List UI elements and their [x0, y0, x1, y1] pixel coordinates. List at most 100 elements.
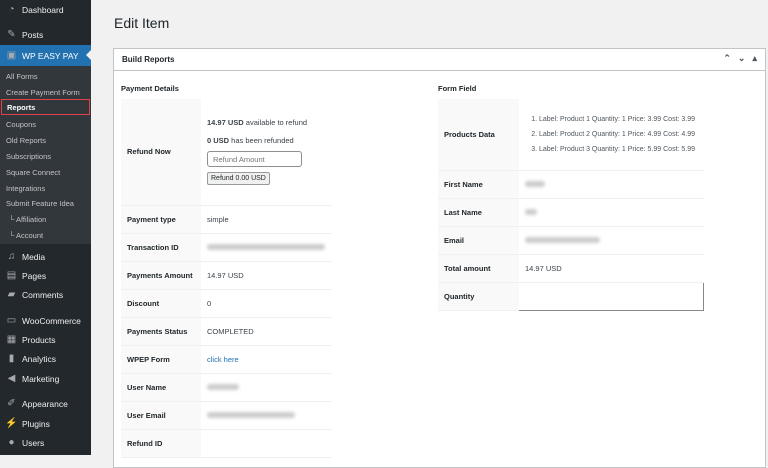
- submenu-square-connect[interactable]: Square Connect: [0, 164, 91, 180]
- menu-woocommerce[interactable]: ▭ WooCommerce: [0, 311, 91, 330]
- menu-label: WooCommerce: [22, 315, 81, 326]
- row-label: Discount: [121, 289, 201, 318]
- menu-label: Appearance: [22, 398, 68, 409]
- user-icon: ●: [8, 437, 15, 448]
- menu-analytics[interactable]: ▮ Analytics: [0, 349, 91, 368]
- menu-products[interactable]: ▦ Products: [0, 330, 91, 349]
- payment-type-value: simple: [201, 205, 332, 234]
- dashboard-icon: ◔: [8, 4, 15, 15]
- move-down-icon[interactable]: ⌄: [738, 53, 746, 64]
- table-row: Refund ID: [121, 429, 332, 458]
- table-row: Last Name: [438, 198, 704, 227]
- refund-id-value: [201, 429, 332, 458]
- box-title: Build Reports: [122, 55, 175, 64]
- row-label: Total amount: [438, 254, 519, 283]
- submenu-old-reports[interactable]: Old Reports: [0, 132, 91, 148]
- menu-label: Plugins: [22, 418, 50, 429]
- admin-sidebar: ◔ Dashboard ✎ Posts ▣ WP EASY PAY All Forms…: [0, 0, 91, 455]
- transaction-id-redacted: [207, 243, 325, 250]
- quantity-value: [519, 282, 704, 311]
- row-label: Quantity: [438, 282, 519, 311]
- woocommerce-icon: ▭: [6, 315, 17, 326]
- menu-marketing[interactable]: ◀ Marketing: [0, 369, 91, 388]
- menu-appearance[interactable]: ✐ Appearance: [0, 394, 91, 413]
- table-row: Discount 0: [121, 289, 332, 318]
- table-row: Products Data Label: Product 1 Quantity:…: [438, 99, 704, 171]
- products-icon: ▦: [6, 334, 17, 345]
- toggle-icon[interactable]: ▴: [752, 53, 757, 64]
- menu-media[interactable]: ♫ Media: [0, 247, 91, 266]
- form-field-heading: Form Field: [438, 84, 477, 93]
- refund-cell: 14.97 USD available to refund 0 USD has …: [201, 99, 332, 206]
- payment-status-value: COMPLETED: [201, 317, 332, 346]
- discount-value: 0: [201, 289, 332, 318]
- row-label: Refund ID: [121, 429, 201, 458]
- row-label: User Name: [121, 373, 201, 402]
- payment-details-heading: Payment Details: [121, 84, 179, 93]
- form-field-table: Products Data Label: Product 1 Quantity:…: [438, 99, 704, 311]
- submenu-affiliation[interactable]: └ Affiliation: [0, 211, 91, 227]
- submenu-create-payment-form[interactable]: Create Payment Form: [0, 84, 91, 100]
- available-text: available to refund: [243, 118, 308, 128]
- menu-posts[interactable]: ✎ Posts: [0, 25, 91, 44]
- row-label: WPEP Form: [121, 345, 201, 374]
- submenu-reports[interactable]: Reports: [1, 99, 90, 115]
- available-amount: 14.97 USD: [207, 118, 244, 128]
- refund-button[interactable]: Refund 0.00 USD: [207, 172, 270, 186]
- brush-icon: ✐: [7, 398, 16, 409]
- submenu-all-forms[interactable]: All Forms: [0, 68, 91, 84]
- menu-plugins[interactable]: ⚡ Plugins: [0, 414, 91, 433]
- row-label: Payment type: [121, 205, 201, 234]
- pages-icon: ▤: [6, 270, 17, 281]
- page-title: Edit Item: [114, 15, 170, 31]
- user-email-redacted: [207, 411, 295, 418]
- menu-dashboard[interactable]: ◔ Dashboard: [0, 0, 91, 19]
- menu-label: Users: [22, 437, 45, 448]
- table-row: Payment type simple: [121, 205, 332, 234]
- table-row: Email: [438, 226, 704, 255]
- row-label: User Email: [121, 401, 201, 430]
- product-item: Label: Product 2 Quantity: 1 Price: 4.99…: [539, 127, 704, 142]
- plugin-icon: ▣: [6, 50, 17, 61]
- refunded-text: has been refunded: [229, 136, 294, 146]
- menu-comments[interactable]: ▰ Comments: [0, 285, 91, 304]
- last-name-redacted: [525, 208, 537, 215]
- wpep-form-link[interactable]: click here: [207, 355, 239, 364]
- analytics-icon: ▮: [8, 353, 15, 364]
- submenu-subscriptions[interactable]: Subscriptions: [0, 148, 91, 164]
- table-row: Payments Amount 14.97 USD: [121, 261, 332, 290]
- menu-label: Analytics: [22, 353, 57, 364]
- total-amount-value: 14.97 USD: [519, 254, 704, 283]
- media-icon: ♫: [7, 251, 16, 262]
- box-header: Build Reports ⌃ ⌄ ▴: [114, 49, 765, 71]
- menu-pages[interactable]: ▤ Pages: [0, 266, 91, 285]
- first-name-redacted: [525, 180, 545, 187]
- submenu-account[interactable]: └ Account: [0, 227, 91, 243]
- refunded-amount: 0 USD: [207, 136, 230, 146]
- table-row: Total amount 14.97 USD: [438, 254, 704, 283]
- build-reports-box: Build Reports ⌃ ⌄ ▴ Payment Details Refund…: [113, 48, 766, 468]
- products-list: Label: Product 1 Quantity: 1 Price: 3.99…: [525, 112, 704, 157]
- table-row: User Name: [121, 373, 332, 402]
- plug-icon: ⚡: [5, 418, 18, 429]
- table-row: Refund Now 14.97 USD available to refund…: [121, 99, 332, 206]
- menu-label: Media: [22, 251, 46, 262]
- row-label: Email: [438, 226, 519, 255]
- table-row: WPEP Form click here: [121, 345, 332, 374]
- row-label: Refund Now: [121, 99, 201, 206]
- menu-users[interactable]: ● Users: [0, 433, 91, 452]
- submenu-integrations[interactable]: Integrations: [0, 180, 91, 196]
- product-item: Label: Product 3 Quantity: 1 Price: 5.99…: [539, 142, 704, 157]
- menu-wp-easy-pay[interactable]: ▣ WP EASY PAY: [0, 45, 91, 66]
- row-label: Payments Status: [121, 317, 201, 346]
- row-label: First Name: [438, 170, 519, 199]
- submenu-coupons[interactable]: Coupons: [0, 116, 91, 132]
- payments-amount-value: 14.97 USD: [201, 261, 332, 290]
- submenu-submit-feature-idea[interactable]: Submit Feature Idea: [0, 195, 91, 211]
- table-row: Quantity: [438, 282, 704, 311]
- move-up-icon[interactable]: ⌃: [723, 53, 731, 64]
- refund-amount-input[interactable]: [207, 151, 302, 168]
- table-row: User Email: [121, 401, 332, 430]
- comment-icon: ▰: [7, 289, 16, 300]
- row-label: Last Name: [438, 198, 519, 227]
